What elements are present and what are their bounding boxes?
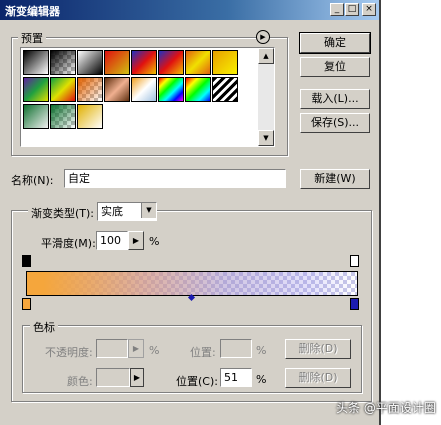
opacity-label: 不透明度:	[45, 346, 93, 359]
preset-swatch[interactable]	[104, 50, 130, 75]
opacity-stop-left[interactable]	[22, 255, 31, 267]
preset-swatch[interactable]	[212, 50, 238, 75]
preset-swatch[interactable]	[158, 50, 184, 75]
color-swatch[interactable]	[96, 368, 130, 387]
opacity-field[interactable]	[96, 339, 128, 358]
color-stop-right[interactable]	[350, 298, 359, 310]
reset-button[interactable]: 复位	[300, 57, 370, 77]
preset-swatch[interactable]	[23, 77, 49, 102]
preset-swatch[interactable]	[158, 77, 184, 102]
color-picker-icon[interactable]: ▶	[130, 368, 144, 387]
gradient-type-select[interactable]: 实底 ▼	[97, 202, 157, 221]
preset-swatch[interactable]	[50, 104, 76, 129]
opacity-slider-icon[interactable]: ▶	[128, 339, 144, 358]
ok-button[interactable]: 确定	[299, 32, 371, 54]
new-button[interactable]: 新建(W)	[300, 169, 370, 189]
preset-swatch[interactable]	[131, 77, 157, 102]
scroll-up-icon[interactable]: ▲	[258, 48, 274, 64]
color-location-unit: %	[256, 373, 267, 386]
opacity-location-field[interactable]	[220, 339, 252, 358]
opacity-location-label: 位置:	[190, 346, 216, 359]
delete-opacity-stop-button[interactable]: 删除(D)	[285, 339, 351, 359]
save-button[interactable]: 保存(S)...	[300, 113, 370, 133]
preset-swatch[interactable]	[212, 77, 238, 102]
opacity-unit: %	[149, 344, 160, 357]
preset-swatch[interactable]	[185, 77, 211, 102]
preset-swatch[interactable]	[104, 77, 130, 102]
opacity-location-unit: %	[256, 344, 267, 357]
preset-swatch[interactable]	[131, 50, 157, 75]
smoothness-unit: %	[149, 235, 160, 248]
presets-label: 预置	[18, 30, 46, 46]
smoothness-field[interactable]: 100	[96, 231, 128, 250]
close-button[interactable]: ×	[362, 3, 376, 16]
window-title: 渐变编辑器	[5, 5, 60, 18]
preset-swatch[interactable]	[50, 77, 76, 102]
chevron-down-icon[interactable]: ▼	[141, 203, 156, 218]
preset-swatch[interactable]	[185, 50, 211, 75]
presets-scrollbar[interactable]: ▲ ▼	[258, 48, 274, 146]
opacity-stop-right[interactable]	[350, 255, 359, 267]
stops-label: 色标	[30, 319, 58, 335]
watermark: 头条 @平面设计圈	[336, 401, 436, 415]
title-bar[interactable]: 渐变编辑器 _ □ ×	[0, 0, 379, 20]
preset-swatch[interactable]	[50, 50, 76, 75]
scroll-down-icon[interactable]: ▼	[258, 130, 274, 146]
minimize-button[interactable]: _	[330, 3, 344, 16]
color-location-field[interactable]: 51	[220, 368, 252, 387]
gradient-preview-bar[interactable]	[26, 271, 358, 296]
preset-swatch[interactable]	[23, 104, 49, 129]
name-field[interactable]: 自定	[64, 169, 286, 188]
load-button[interactable]: 载入(L)...	[300, 89, 370, 109]
color-stop-left[interactable]	[22, 298, 31, 310]
gradient-editor-window: 渐变编辑器 _ □ × 预置 ▶ ▲ ▼ 确定 复位 载入(L)... 保存(S…	[0, 0, 381, 425]
name-label: 名称(N):	[11, 174, 54, 187]
color-label: 颜色:	[67, 375, 93, 388]
preset-swatch[interactable]	[77, 104, 103, 129]
delete-color-stop-button[interactable]: 删除(D)	[285, 368, 351, 388]
preset-swatch[interactable]	[77, 77, 103, 102]
smoothness-slider-icon[interactable]: ▶	[128, 231, 144, 250]
smoothness-label: 平滑度(M):	[41, 237, 96, 250]
presets-menu-icon[interactable]: ▶	[256, 30, 270, 44]
color-location-label: 位置(C):	[176, 375, 218, 388]
gradient-type-value: 实底	[101, 205, 123, 218]
preset-swatch[interactable]	[77, 50, 103, 75]
preset-swatch[interactable]	[23, 50, 49, 75]
maximize-button[interactable]: □	[345, 3, 359, 16]
presets-list: ▲ ▼	[20, 47, 275, 147]
gradient-type-label: 渐变类型(T):	[28, 205, 98, 221]
